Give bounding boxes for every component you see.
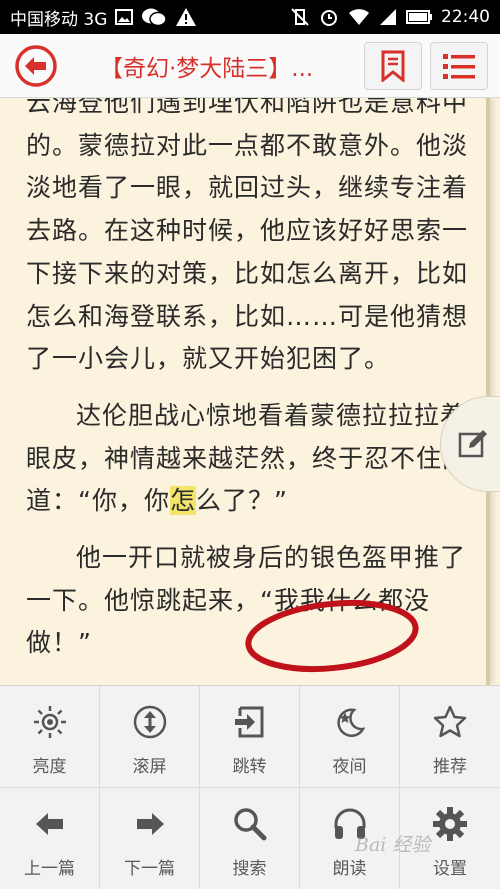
- menu-label: 亮度: [32, 757, 67, 777]
- menu-label: 滚屏: [132, 757, 167, 777]
- back-button[interactable]: [14, 44, 58, 88]
- recommend-button[interactable]: 推荐: [400, 686, 500, 788]
- book-title: 【奇幻·梦大陆三】...: [100, 56, 314, 82]
- menu-label: 设置: [433, 859, 467, 879]
- signal-icon: [379, 8, 397, 26]
- menu-label: 下一篇: [124, 859, 175, 879]
- bookmark-icon: [381, 50, 405, 82]
- next-chapter-button[interactable]: 下一篇: [100, 788, 200, 889]
- reader-menu: 亮度 滚屏 跳转 夜间 推荐 上一篇 下一篇 搜索 朗读 设置: [0, 685, 500, 889]
- wifi-icon: [348, 8, 370, 26]
- search-icon: [233, 808, 266, 841]
- image-notification-icon: [115, 9, 134, 25]
- list-icon: [443, 54, 475, 79]
- jump-icon: [234, 706, 263, 738]
- table-of-contents-button[interactable]: [430, 42, 488, 90]
- back-arrow-icon: [15, 45, 57, 87]
- vibrate-off-icon: [290, 7, 310, 27]
- reading-pane[interactable]: 云海登他们遇到埋伏和陷阱也是意料中的。蒙德拉对此一点都不敢意外。他淡淡地看了一眼…: [0, 98, 500, 685]
- paragraph-end: 么了？”: [195, 486, 288, 516]
- jump-button[interactable]: 跳转: [200, 686, 300, 788]
- alarm-icon: [319, 7, 339, 27]
- chapter-text: 云海登他们遇到埋伏和陷阱也是意料中的。蒙德拉对此一点都不敢意外。他淡淡地看了一眼…: [26, 98, 472, 665]
- brightness-icon: [33, 706, 66, 738]
- night-mode-icon: [336, 708, 365, 738]
- wechat-icon: [141, 7, 168, 27]
- menu-label: 推荐: [433, 757, 467, 777]
- bookmark-button[interactable]: [364, 42, 422, 90]
- battery-icon: [406, 10, 432, 24]
- clock-label: 22:40: [441, 7, 490, 27]
- autoscroll-button[interactable]: 滚屏: [100, 686, 200, 788]
- night-mode-button[interactable]: 夜间: [300, 686, 400, 788]
- edit-icon: [458, 430, 487, 458]
- reader-header: 【奇幻·梦大陆三】...: [0, 34, 500, 98]
- menu-label: 上一篇: [24, 859, 75, 879]
- status-bar: 中国移动 3G 22:40: [0, 0, 500, 34]
- menu-label: 朗读: [332, 859, 367, 879]
- arrow-right-icon: [136, 813, 164, 835]
- menu-label: 跳转: [232, 757, 267, 777]
- paragraph: 达伦胆战心惊地看着蒙德拉拉拉着眼皮，神情越来越茫然，终于忍不住问道：“你，你怎么…: [26, 395, 472, 523]
- autoscroll-icon: [133, 705, 166, 739]
- search-button[interactable]: 搜索: [200, 788, 300, 889]
- previous-chapter-button[interactable]: 上一篇: [0, 788, 100, 889]
- arrow-left-icon: [35, 813, 63, 835]
- menu-label: 搜索: [232, 859, 267, 879]
- watermark: Bai 经验: [355, 834, 431, 856]
- paragraph-lead: 达伦胆战心惊地看着蒙德拉拉: [76, 400, 415, 430]
- gear-icon: [433, 807, 467, 841]
- warning-icon: [175, 7, 197, 27]
- highlighted-char[interactable]: 怎: [169, 486, 196, 516]
- carrier-label: 中国移动 3G: [10, 9, 108, 30]
- brightness-button[interactable]: 亮度: [0, 686, 100, 788]
- star-icon: [433, 705, 467, 738]
- menu-label: 夜间: [332, 757, 367, 777]
- paragraph: 他一开口就被身后的银色盔甲推了一下。他惊跳起来，“我我什么都没做！”: [26, 543, 467, 658]
- paragraph: 云海登他们遇到埋伏和陷阱也是意料中的。蒙德拉对此一点都不敢意外。他淡淡地看了一眼…: [26, 98, 469, 374]
